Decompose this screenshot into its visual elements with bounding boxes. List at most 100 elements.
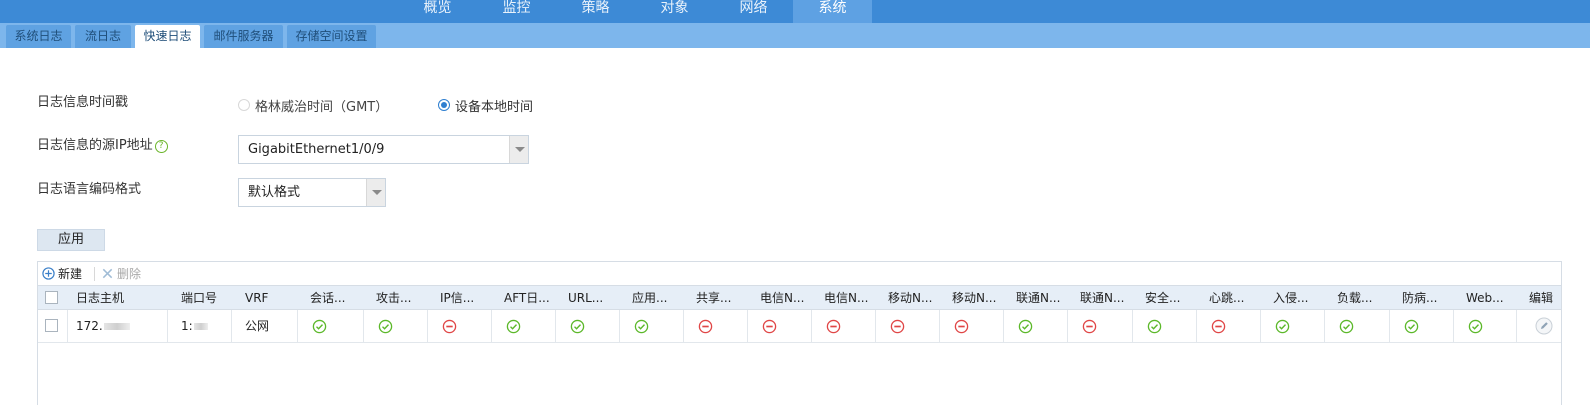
nav-tab-network[interactable]: 网络	[714, 0, 793, 23]
column-header-17[interactable]: 安全...	[1145, 286, 1205, 310]
table-row[interactable]: 172. 1: 公网	[38, 310, 1561, 343]
disabled-circle-icon[interactable]	[762, 319, 777, 334]
cell-vrf: 公网	[245, 319, 270, 333]
apply-button[interactable]: 应用	[37, 229, 105, 251]
cell-divider	[1324, 310, 1325, 342]
disabled-circle-icon[interactable]	[954, 319, 969, 334]
encoding-select[interactable]: 默认格式	[238, 178, 386, 207]
cell-divider	[1196, 310, 1197, 342]
check-circle-icon[interactable]	[312, 319, 327, 334]
plus-circle-icon	[42, 267, 55, 280]
column-header-19[interactable]: 入侵...	[1273, 286, 1333, 310]
cell-divider	[1453, 310, 1454, 342]
sub-navigation: 系统日志 流日志 快速日志 邮件服务器 存储空间设置	[0, 23, 1590, 48]
cell-divider	[811, 310, 812, 342]
column-header-15[interactable]: 联通N...	[1016, 286, 1076, 310]
disabled-circle-icon[interactable]	[442, 319, 457, 334]
radio-gmt[interactable]: 格林威治时间（GMT）	[238, 97, 388, 115]
column-header-3[interactable]: VRF	[245, 286, 306, 310]
column-header-1[interactable]: 日志主机	[76, 286, 177, 310]
check-circle-icon[interactable]	[1275, 319, 1290, 334]
column-header-10[interactable]: 共享...	[696, 286, 756, 310]
top-navigation: 概览 监控 策略 对象 网络 系统	[0, 0, 1590, 23]
subtab-mail-server[interactable]: 邮件服务器	[204, 25, 283, 48]
chevron-down-icon[interactable]	[366, 179, 385, 206]
subtab-storage-settings[interactable]: 存储空间设置	[287, 25, 376, 48]
disabled-circle-icon[interactable]	[1082, 319, 1097, 334]
column-header-16[interactable]: 联通N...	[1080, 286, 1141, 310]
column-header-22[interactable]: Web...	[1466, 286, 1525, 310]
cell-port-text: 1:	[181, 319, 193, 333]
log-host-table: 新建 删除 日志主机 端口号 VRF 会话... 攻击... IP信... AFT日... U…	[37, 261, 1562, 405]
select-all-checkbox[interactable]	[45, 291, 58, 304]
column-header-12[interactable]: 电信N...	[824, 286, 884, 310]
column-header-2[interactable]: 端口号	[181, 286, 241, 310]
new-button-label: 新建	[58, 267, 83, 281]
check-circle-icon[interactable]	[1018, 319, 1033, 334]
source-ip-select[interactable]: GigabitEthernet1/0/9	[238, 135, 529, 164]
column-header-13[interactable]: 移动N...	[888, 286, 948, 310]
cell-divider	[747, 310, 748, 342]
check-circle-icon[interactable]	[506, 319, 521, 334]
column-header-9[interactable]: 应用...	[632, 286, 692, 310]
source-ip-label: 日志信息的源IP地址	[37, 138, 153, 153]
column-header-4[interactable]: 会话...	[310, 286, 372, 310]
disabled-circle-icon[interactable]	[1211, 319, 1226, 334]
nav-tab-monitor[interactable]: 监控	[477, 0, 556, 23]
column-header-18[interactable]: 心跳...	[1209, 286, 1269, 310]
column-header-7[interactable]: AFT日...	[504, 286, 564, 310]
column-header-11[interactable]: 电信N...	[760, 286, 820, 310]
column-header-23[interactable]: 编辑	[1529, 286, 1559, 310]
cell-divider	[67, 310, 68, 342]
radio-local-time-indicator	[438, 99, 450, 111]
delete-button[interactable]: 删除	[101, 265, 141, 282]
delete-button-label: 删除	[117, 267, 142, 281]
redacted-mark	[103, 323, 130, 330]
subtab-flow-log[interactable]: 流日志	[75, 25, 131, 48]
check-circle-icon[interactable]	[1339, 319, 1354, 334]
check-circle-icon[interactable]	[1404, 319, 1419, 334]
disabled-circle-icon[interactable]	[698, 319, 713, 334]
cell-port: 1:	[181, 310, 208, 342]
column-header-5[interactable]: 攻击...	[376, 286, 436, 310]
check-circle-icon[interactable]	[1468, 319, 1483, 334]
cell-divider	[491, 310, 492, 342]
radio-local-time[interactable]: 设备本地时间	[438, 97, 534, 115]
disabled-circle-icon[interactable]	[826, 319, 841, 334]
column-header-6[interactable]: IP信...	[440, 286, 500, 310]
disabled-circle-icon[interactable]	[890, 319, 905, 334]
toolbar-divider	[94, 267, 95, 281]
edit-icon[interactable]	[1535, 317, 1553, 335]
nav-tab-system[interactable]: 系统	[793, 0, 872, 23]
cell-divider	[363, 310, 364, 342]
column-header-20[interactable]: 负载...	[1337, 286, 1398, 310]
cell-divider	[1260, 310, 1261, 342]
check-circle-icon[interactable]	[634, 319, 649, 334]
radio-local-time-label: 设备本地时间	[455, 99, 534, 115]
column-header-8[interactable]: URL...	[568, 286, 628, 310]
chevron-down-icon[interactable]	[509, 136, 528, 163]
check-circle-icon[interactable]	[1147, 319, 1162, 334]
table-header: 日志主机 端口号 VRF 会话... 攻击... IP信... AFT日... URL... 应…	[38, 285, 1561, 310]
check-circle-icon[interactable]	[570, 319, 585, 334]
table-toolbar: 新建 删除	[38, 262, 1561, 285]
radio-gmt-indicator	[238, 99, 250, 111]
nav-tab-objects[interactable]: 对象	[635, 0, 714, 23]
redacted-mark	[193, 323, 208, 330]
cell-divider	[875, 310, 876, 342]
nav-tab-overview[interactable]: 概览	[398, 0, 477, 23]
cell-divider	[297, 310, 298, 342]
column-header-21[interactable]: 防病...	[1402, 286, 1462, 310]
cell-divider	[683, 310, 684, 342]
check-circle-icon[interactable]	[378, 319, 393, 334]
help-icon[interactable]: ?	[154, 140, 168, 153]
encoding-value: 默认格式	[248, 185, 301, 200]
nav-tab-policy[interactable]: 策略	[556, 0, 635, 23]
new-button[interactable]: 新建	[42, 265, 82, 282]
subtab-system-log[interactable]: 系统日志	[6, 25, 71, 48]
column-header-14[interactable]: 移动N...	[952, 286, 1012, 310]
cell-divider	[555, 310, 556, 342]
row-checkbox[interactable]	[45, 319, 58, 332]
subtab-fast-log[interactable]: 快速日志	[135, 25, 200, 48]
encoding-label: 日志语言编码格式	[37, 182, 142, 197]
